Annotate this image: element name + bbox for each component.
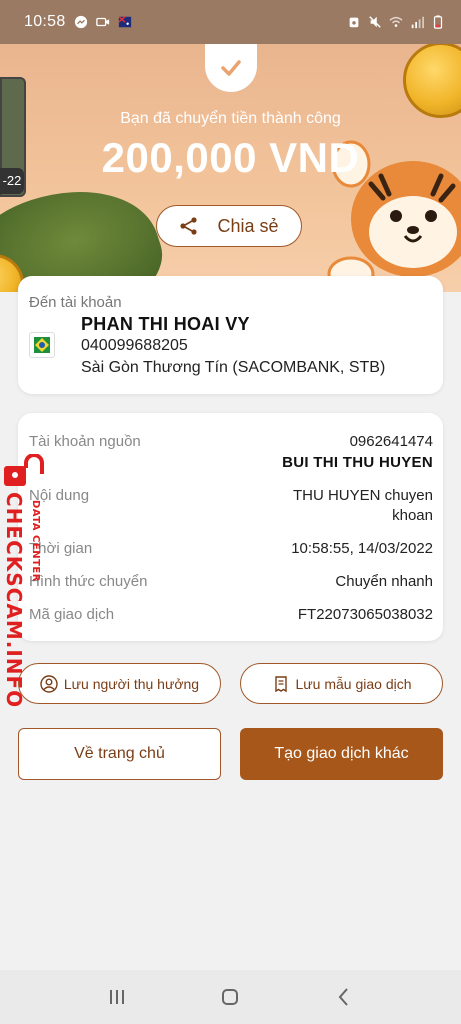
lock-icon — [4, 454, 44, 486]
watermark-subtext: DATA CENTER — [30, 500, 41, 582]
share-label: Chia sẻ — [217, 215, 279, 236]
system-navigation-bar — [0, 970, 461, 1024]
recent-apps-icon — [109, 990, 124, 1004]
checkscam-watermark: CHECKSCAM.INFO DATA CENTER — [0, 452, 48, 708]
content-value: THU HUYEN chuyen — [292, 487, 433, 504]
alarm-icon — [349, 17, 359, 28]
share-button[interactable]: Chia sẻ — [156, 205, 302, 247]
home-button[interactable]: Về trang chủ — [18, 728, 221, 780]
beneficiary-account-number: 040099688205 — [81, 337, 188, 354]
user-circle-icon — [40, 674, 58, 693]
receipt-icon — [274, 675, 287, 692]
destination-account-card: Đến tài khoản PHAN THI HOAI VY 040099688… — [18, 276, 443, 394]
home-nav-icon — [222, 989, 239, 1005]
video-icon — [95, 17, 109, 27]
success-message: Bạn đã chuyển tiền thành công — [120, 110, 341, 127]
battery-icon — [433, 15, 443, 29]
status-time: 10:58 — [24, 13, 66, 30]
leaf-decoration — [0, 166, 176, 292]
destination-label: Đến tài khoản — [29, 294, 122, 311]
save-beneficiary-button[interactable]: Lưu người thụ hưởng — [18, 663, 221, 704]
source-account-number: 0962641474 — [349, 433, 433, 450]
wifi-icon — [389, 16, 403, 27]
recent-apps-button[interactable] — [97, 977, 137, 1017]
save-template-label: Lưu mẫu giao dịch — [295, 675, 412, 692]
watermark-text: CHECKSCAM.INFO — [2, 492, 26, 709]
transaction-details-card: Tài khoản nguồn 0962641474 BUI THI THU H… — [18, 413, 443, 641]
save-template-button[interactable]: Lưu mẫu giao dịch — [240, 663, 443, 704]
share-icon — [180, 217, 198, 235]
coin-decoration — [403, 44, 461, 118]
beneficiary-name: PHAN THI HOAI VY — [81, 314, 250, 334]
success-check-icon — [205, 44, 257, 92]
success-banner: -22 Bạn đã chuyển tiền thành công 200,00… — [0, 44, 461, 292]
back-icon — [338, 988, 348, 1006]
bank-logo-icon — [29, 332, 55, 358]
status-bar: 10:58 — [0, 0, 461, 44]
mute-icon — [369, 16, 381, 28]
home-nav-button[interactable] — [210, 977, 250, 1017]
beneficiary-bank: Sài Gòn Thương Tín (SACOMBANK, STB) — [81, 359, 386, 376]
transaction-id-value: FT22073065038032 — [297, 606, 433, 623]
back-button[interactable] — [324, 977, 364, 1017]
time-value: 10:58:55, 14/03/2022 — [291, 540, 433, 557]
flag-icon — [117, 16, 131, 28]
save-beneficiary-label: Lưu người thụ hưởng — [63, 675, 200, 692]
source-account-label: Tài khoản nguồn — [29, 433, 141, 450]
new-transaction-button[interactable]: Tạo giao dịch khác — [240, 728, 443, 780]
transfer-amount: 200,000 VND — [101, 134, 360, 181]
source-account-name: BUI THI THU HUYEN — [282, 454, 433, 471]
content-value-line2: khoan — [392, 507, 433, 524]
messenger-icon — [74, 15, 87, 29]
signal-icon — [411, 16, 424, 29]
transfer-method-value: Chuyển nhanh — [335, 573, 433, 590]
